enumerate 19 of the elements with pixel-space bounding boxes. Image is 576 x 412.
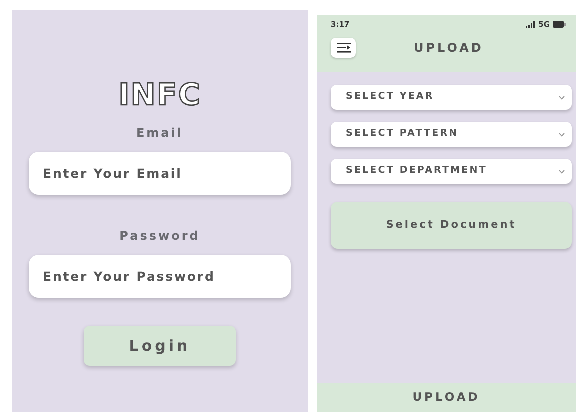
signal-icon <box>526 21 536 28</box>
chevron-down-icon <box>559 96 565 100</box>
login-button[interactable]: Login <box>84 326 236 366</box>
screen-title: UPLOAD <box>414 40 484 58</box>
field-label: Email <box>136 125 184 142</box>
logo: INFC <box>118 78 202 114</box>
upload-button[interactable]: UPLOAD <box>317 383 576 412</box>
dropdown[interactable]: SELECT DEPARTMENT <box>331 159 572 184</box>
battery-icon <box>553 21 566 28</box>
input-field[interactable]: Enter Your Email <box>29 152 291 195</box>
select-document-button[interactable]: Select Document <box>331 202 572 249</box>
chevron-down-icon <box>559 170 565 174</box>
dropdown[interactable]: SELECT YEAR <box>331 85 572 110</box>
input-field[interactable]: Enter Your Password <box>29 255 291 298</box>
menu-button[interactable] <box>331 38 356 58</box>
chevron-down-icon <box>559 132 565 136</box>
field-label: Password <box>120 228 200 245</box>
dropdown[interactable]: SELECT PATTERN <box>331 122 572 147</box>
menu-icon <box>336 43 350 54</box>
